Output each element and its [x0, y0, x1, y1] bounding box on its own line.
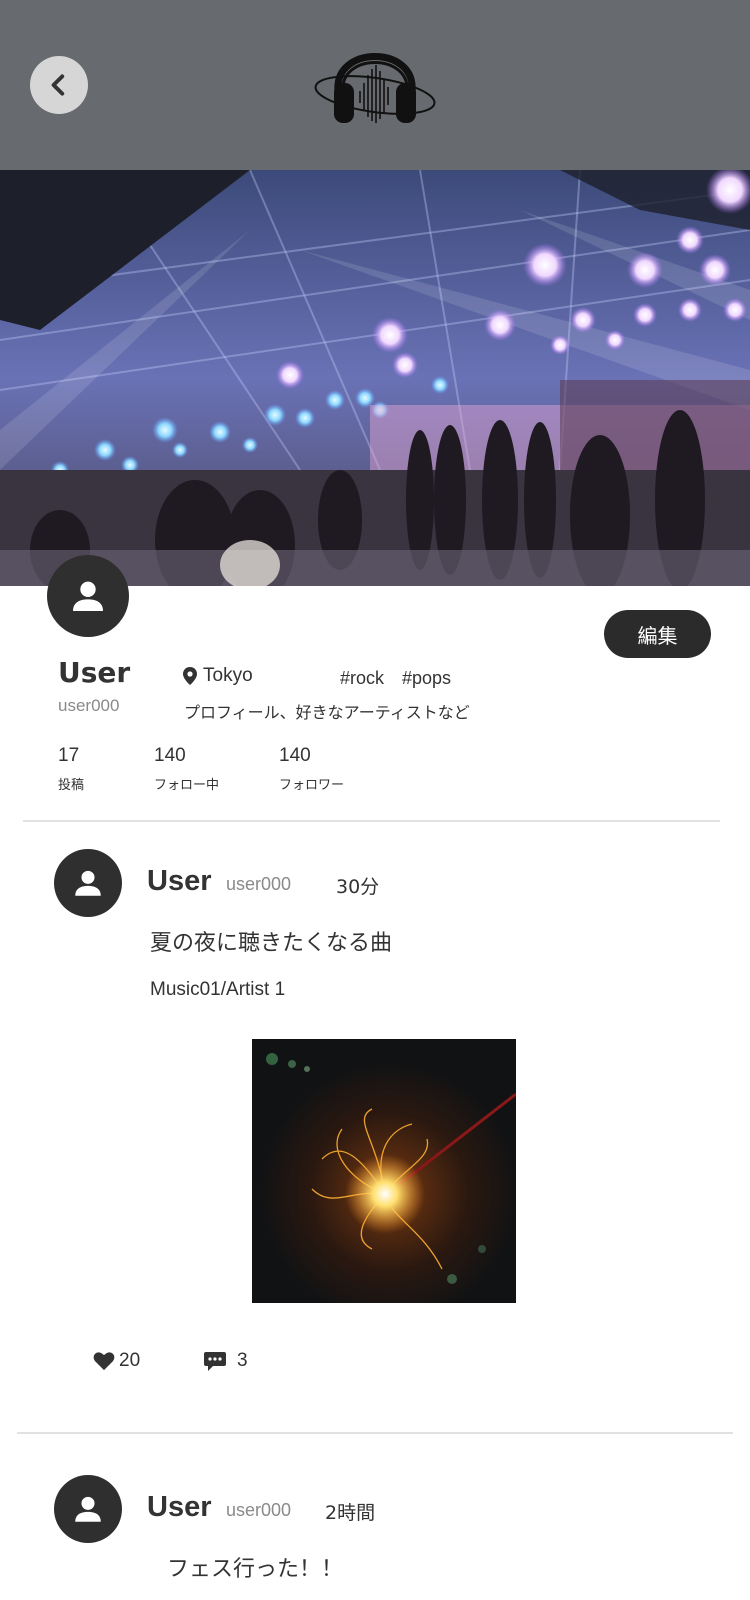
post-text: フェス行った！！ [167, 1557, 344, 1582]
followers-count[interactable]: 140 [279, 745, 311, 767]
post-divider [17, 1432, 733, 1434]
comment-button[interactable]: 3 [203, 1349, 248, 1373]
back-button[interactable] [30, 56, 88, 114]
chevron-left-icon [51, 74, 65, 96]
comment-icon [204, 1352, 226, 1371]
post-author-handle: user000 [226, 874, 292, 894]
like-count: 20 [119, 1350, 141, 1371]
profile-name: User [58, 656, 131, 689]
heart-icon [93, 1352, 115, 1371]
headphones-logo-icon [312, 25, 438, 129]
comment-count: 3 [237, 1350, 248, 1371]
profile-bio: プロフィール、好きなアーティストなど [184, 703, 470, 722]
profile-handle: user000 [58, 696, 120, 715]
profile-location: Tokyo [183, 665, 253, 687]
profile-tag-rock[interactable]: #rock [340, 668, 384, 689]
followers-label: フォロワー [279, 778, 345, 793]
user-icon [73, 581, 103, 611]
post-timestamp: 30分 [336, 876, 380, 898]
location-text: Tokyo [203, 665, 253, 686]
post-music-link[interactable]: Music01/Artist 1 [150, 979, 285, 1001]
posts-label: 投稿 [58, 778, 85, 793]
post-author-name[interactable]: User [147, 1491, 212, 1524]
following-count[interactable]: 140 [154, 745, 186, 767]
user-icon [75, 870, 101, 896]
post-text: 夏の夜に聴きたくなる曲 [150, 931, 393, 956]
post-author-name[interactable]: User [147, 865, 212, 898]
following-label: フォロー中 [154, 778, 220, 793]
location-pin-icon [183, 667, 197, 685]
profile-tag-pops[interactable]: #pops [402, 668, 451, 689]
profile-divider [23, 820, 720, 822]
post-avatar[interactable] [54, 849, 122, 917]
user-icon [75, 1496, 101, 1522]
edit-profile-button[interactable]: 編集 [604, 610, 711, 658]
cover-image [0, 170, 750, 586]
post-avatar[interactable] [54, 1475, 122, 1543]
post-author-handle: user000 [226, 1500, 292, 1520]
post-timestamp: 2時間 [325, 1502, 376, 1524]
post-image[interactable] [252, 1039, 516, 1303]
like-button[interactable]: 20 [93, 1350, 140, 1372]
posts-count[interactable]: 17 [58, 745, 79, 767]
profile-avatar[interactable] [47, 555, 129, 637]
